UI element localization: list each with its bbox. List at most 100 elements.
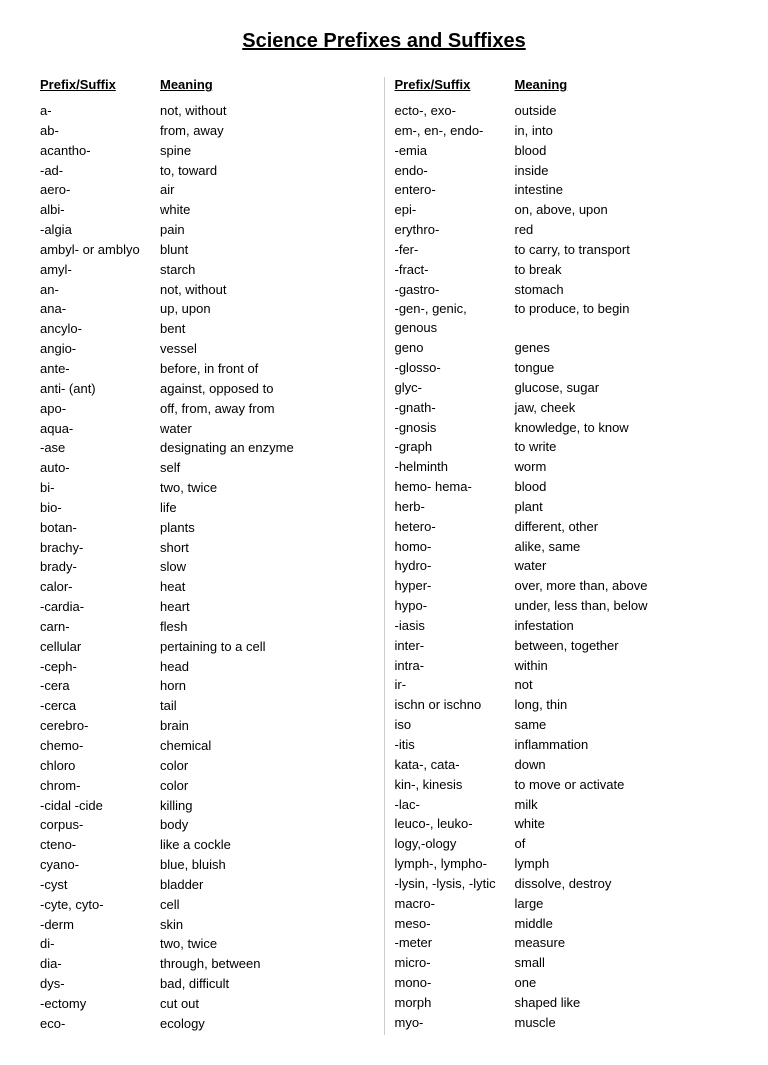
meaning-text: worm xyxy=(515,458,719,477)
prefix-text: -gastro- xyxy=(395,281,515,300)
meaning-text: measure xyxy=(515,934,719,953)
prefix-text: -emia xyxy=(395,142,515,161)
list-item: myo- muscle xyxy=(395,1014,719,1033)
meaning-text: down xyxy=(515,756,719,775)
meaning-text: shaped like xyxy=(515,994,719,1013)
meaning-text: white xyxy=(160,201,364,220)
meaning-text: killing xyxy=(160,797,364,816)
right-prefix-header: Prefix/Suffix xyxy=(395,77,515,92)
left-meaning-header: Meaning xyxy=(160,77,213,92)
list-item: dia- through, between xyxy=(40,955,364,974)
prefix-text: meso- xyxy=(395,915,515,934)
list-item: hetero- different, other xyxy=(395,518,719,537)
list-item: -lac- milk xyxy=(395,796,719,815)
list-item: amyl- starch xyxy=(40,261,364,280)
list-item: bi- two, twice xyxy=(40,479,364,498)
prefix-text: -glosso- xyxy=(395,359,515,378)
list-item: auto- self xyxy=(40,459,364,478)
meaning-text: within xyxy=(515,657,719,676)
meaning-text: pertaining to a cell xyxy=(160,638,364,657)
list-item: -cerca tail xyxy=(40,697,364,716)
prefix-text: -gnosis xyxy=(395,419,515,438)
list-item: aero- air xyxy=(40,181,364,200)
list-item: apo- off, from, away from xyxy=(40,400,364,419)
meaning-text: air xyxy=(160,181,364,200)
prefix-text: kata-, cata- xyxy=(395,756,515,775)
prefix-text: -cyte, cyto- xyxy=(40,896,160,915)
list-item: di- two, twice xyxy=(40,935,364,954)
prefix-text: aero- xyxy=(40,181,160,200)
list-item: -cyst bladder xyxy=(40,876,364,895)
list-item: cellular pertaining to a cell xyxy=(40,638,364,657)
prefix-text: -cyst xyxy=(40,876,160,895)
list-item: -ad- to, toward xyxy=(40,162,364,181)
meaning-text: bent xyxy=(160,320,364,339)
list-item: -cera horn xyxy=(40,677,364,696)
list-item: -algia pain xyxy=(40,221,364,240)
prefix-text: myo- xyxy=(395,1014,515,1033)
meaning-text: between, together xyxy=(515,637,719,656)
meaning-text: not xyxy=(515,676,719,695)
prefix-text: acantho- xyxy=(40,142,160,161)
meaning-text: heat xyxy=(160,578,364,597)
prefix-text: intra- xyxy=(395,657,515,676)
prefix-text: hypo- xyxy=(395,597,515,616)
prefix-text: iso xyxy=(395,716,515,735)
right-column-header: Prefix/Suffix Meaning xyxy=(395,77,719,92)
meaning-text: to, toward xyxy=(160,162,364,181)
prefix-text: -fer- xyxy=(395,241,515,260)
prefix-text: geno xyxy=(395,339,515,358)
list-item: iso same xyxy=(395,716,719,735)
prefix-text: -graph xyxy=(395,438,515,457)
page-title: Science Prefixes and Suffixes xyxy=(40,30,728,53)
meaning-text: inside xyxy=(515,162,719,181)
right-meaning-header: Meaning xyxy=(515,77,568,92)
list-item: herb- plant xyxy=(395,498,719,517)
prefix-text: dys- xyxy=(40,975,160,994)
meaning-text: to break xyxy=(515,261,719,280)
meaning-text: under, less than, below xyxy=(515,597,719,616)
list-item: kata-, cata- down xyxy=(395,756,719,775)
list-item: meso- middle xyxy=(395,915,719,934)
list-item: -fer- to carry, to transport xyxy=(395,241,719,260)
list-item: -lysin, -lysis, -lytic dissolve, destroy xyxy=(395,875,719,894)
meaning-text: in, into xyxy=(515,122,719,141)
meaning-text: self xyxy=(160,459,364,478)
list-item: ab- from, away xyxy=(40,122,364,141)
meaning-text: vessel xyxy=(160,340,364,359)
list-item: -ase designating an enzyme xyxy=(40,439,364,458)
prefix-text: -ceph- xyxy=(40,658,160,677)
meaning-text: horn xyxy=(160,677,364,696)
meaning-text: small xyxy=(515,954,719,973)
prefix-text: -algia xyxy=(40,221,160,240)
prefix-text: a- xyxy=(40,102,160,121)
meaning-text: large xyxy=(515,895,719,914)
list-item: chemo- chemical xyxy=(40,737,364,756)
prefix-text: -cerca xyxy=(40,697,160,716)
list-item: chrom- color xyxy=(40,777,364,796)
list-item: ana- up, upon xyxy=(40,300,364,319)
prefix-text: dia- xyxy=(40,955,160,974)
prefix-text: -lysin, -lysis, -lytic xyxy=(395,875,515,894)
list-item: leuco-, leuko- white xyxy=(395,815,719,834)
list-item: homo- alike, same xyxy=(395,538,719,557)
list-item: angio- vessel xyxy=(40,340,364,359)
left-column-header: Prefix/Suffix Meaning xyxy=(40,77,364,92)
list-item: -itis inflammation xyxy=(395,736,719,755)
meaning-text: muscle xyxy=(515,1014,719,1033)
meaning-text: over, more than, above xyxy=(515,577,719,596)
prefix-text: -cardia- xyxy=(40,598,160,617)
prefix-text: chrom- xyxy=(40,777,160,796)
list-item: ischn or ischno long, thin xyxy=(395,696,719,715)
list-item: macro- large xyxy=(395,895,719,914)
prefix-text: ambyl- or amblyo xyxy=(40,241,160,260)
list-item: brady- slow xyxy=(40,558,364,577)
list-item: dys- bad, difficult xyxy=(40,975,364,994)
list-item: hyper- over, more than, above xyxy=(395,577,719,596)
main-content: Prefix/Suffix Meaning a- not, without ab… xyxy=(40,77,728,1035)
meaning-text: off, from, away from xyxy=(160,400,364,419)
meaning-text: cut out xyxy=(160,995,364,1014)
list-item: -glosso- tongue xyxy=(395,359,719,378)
prefix-text: em-, en-, endo- xyxy=(395,122,515,141)
prefix-text: -derm xyxy=(40,916,160,935)
